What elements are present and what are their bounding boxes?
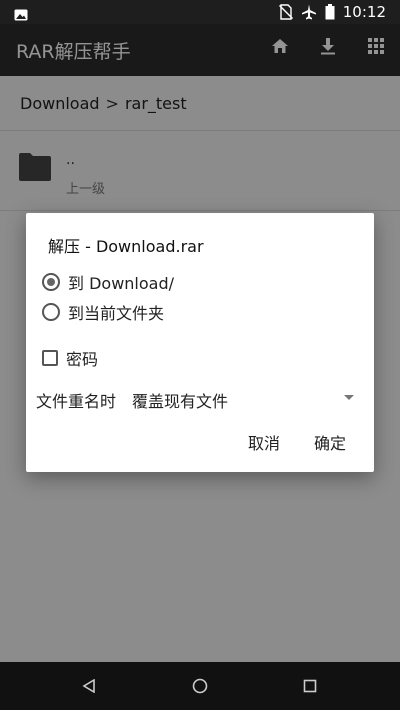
image-icon [14, 6, 28, 21]
radio-option-download[interactable]: 到 Download/ [42, 270, 174, 294]
no-sim-icon [278, 4, 293, 20]
radio-button[interactable] [42, 303, 60, 321]
radio-label: 到 Download/ [68, 274, 175, 293]
password-checkbox[interactable] [42, 350, 58, 366]
status-icons: 10:12 [278, 3, 386, 21]
dialog-actions: 取消 确定 [246, 426, 348, 458]
radio-option-current-folder[interactable]: 到当前文件夹 [42, 300, 164, 324]
battery-icon [325, 4, 335, 20]
airplane-icon [301, 4, 317, 20]
home-circle-icon[interactable] [190, 676, 210, 696]
time: 10:12 [342, 3, 386, 21]
status-bar: 10:12 [0, 0, 400, 24]
rename-policy-row[interactable]: 文件重名时 覆盖现有文件 [36, 388, 354, 412]
password-checkbox-row[interactable]: 密码 [42, 346, 98, 370]
radio-button-checked[interactable] [42, 273, 60, 291]
recents-icon[interactable] [300, 676, 320, 696]
rename-select[interactable]: 覆盖现有文件 [132, 388, 228, 412]
cancel-button[interactable]: 取消 [246, 426, 282, 458]
ok-button[interactable]: 确定 [312, 426, 348, 458]
back-icon[interactable] [79, 676, 99, 696]
dialog-title: 解压 - Download.rar [48, 237, 204, 256]
extract-dialog: 解压 - Download.rar 到 Download/ 到当前文件夹 密码 … [26, 213, 374, 472]
navigation-bar [0, 662, 400, 710]
rename-label: 文件重名时 [36, 392, 117, 411]
radio-label: 到当前文件夹 [68, 304, 165, 323]
password-label: 密码 [66, 350, 99, 369]
chevron-down-icon[interactable] [344, 395, 354, 400]
